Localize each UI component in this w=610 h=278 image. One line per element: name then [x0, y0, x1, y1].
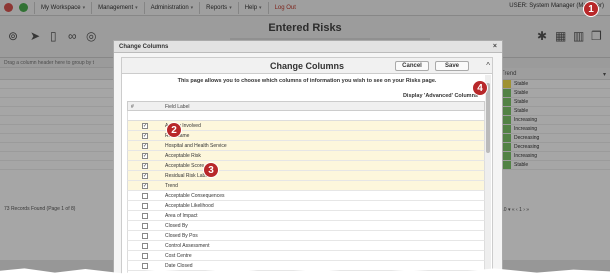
column-checkbox[interactable] — [142, 213, 148, 219]
scrollbar[interactable] — [485, 75, 491, 278]
column-label: Closed By Pos — [165, 233, 198, 239]
column-label: Date Closed — [165, 263, 193, 269]
scrollbar-thumb[interactable] — [486, 83, 490, 153]
change-columns-panel: Change Columns Cancel Save ^ This page a… — [121, 57, 493, 278]
column-checkbox[interactable] — [142, 253, 148, 259]
save-button[interactable]: Save — [435, 61, 469, 71]
column-row[interactable]: ✓ Hospital and Health Service — [127, 141, 485, 151]
column-checkbox[interactable]: ✓ — [142, 123, 148, 129]
column-label: Residual Risk Label — [165, 173, 210, 179]
panel-description: This page allows you to choose which col… — [177, 78, 437, 84]
callout-badge: 2 — [166, 122, 182, 138]
column-checkbox[interactable]: ✓ — [142, 163, 148, 169]
column-row[interactable]: Acceptable Consequences — [127, 191, 485, 201]
column-label: Control Assessment — [165, 243, 210, 249]
column-label: Hospital and Health Service — [165, 143, 227, 149]
column-checkbox[interactable] — [142, 203, 148, 209]
column-label: Acceptable Risk — [165, 153, 201, 159]
column-label: Closed By — [165, 223, 188, 229]
chevron-up-icon[interactable]: ^ — [486, 61, 490, 70]
field-label-header: Field Label — [165, 104, 190, 110]
column-row[interactable]: Closed By — [127, 221, 485, 231]
column-row[interactable]: ✓ Residual Risk Label — [127, 171, 485, 181]
column-checkbox[interactable] — [142, 243, 148, 249]
columns-table-header: # Field Label — [127, 101, 485, 111]
advanced-columns-toggle[interactable]: Display 'Advanced' Columns — [403, 93, 478, 99]
column-row[interactable]: Acceptable Likelihood — [127, 201, 485, 211]
column-row[interactable]: Control Assessment — [127, 241, 485, 251]
column-checkbox[interactable]: ✓ — [142, 173, 148, 179]
column-num-header: # — [131, 104, 134, 110]
change-columns-dialog: Change Columns × Change Columns Cancel S… — [113, 40, 503, 278]
column-checkbox[interactable]: ✓ — [142, 183, 148, 189]
column-label: Trend — [165, 183, 178, 189]
columns-filter-row[interactable] — [127, 111, 485, 121]
column-label: Cost Centre — [165, 253, 192, 259]
callout-badge: 3 — [203, 162, 219, 178]
column-label: Acceptable Score — [165, 163, 205, 169]
dialog-titlebar: Change Columns × — [114, 41, 502, 53]
column-row[interactable]: Area of Impact — [127, 211, 485, 221]
panel-header: Change Columns Cancel Save ^ — [122, 58, 492, 74]
callout-badge: 1 — [583, 1, 599, 17]
column-label: Area of Impact — [165, 213, 198, 219]
column-checkbox[interactable] — [142, 233, 148, 239]
column-checkbox[interactable] — [142, 193, 148, 199]
column-row[interactable]: ✓ Acceptable Risk — [127, 151, 485, 161]
column-checkbox[interactable]: ✓ — [142, 143, 148, 149]
column-row[interactable]: Date Closed — [127, 261, 485, 271]
close-icon[interactable]: × — [493, 43, 497, 50]
column-checkbox[interactable]: ✓ — [142, 133, 148, 139]
callout-badge: 4 — [472, 80, 488, 96]
column-checkbox[interactable]: ✓ — [142, 153, 148, 159]
column-checkbox[interactable] — [142, 223, 148, 229]
column-row[interactable]: Closed By Pos — [127, 231, 485, 241]
column-row[interactable]: ✓ Acceptable Score — [127, 161, 485, 171]
column-checkbox[interactable] — [142, 263, 148, 269]
column-row[interactable]: Cost Centre — [127, 251, 485, 261]
column-label: Acceptable Likelihood — [165, 203, 214, 209]
cancel-button[interactable]: Cancel — [395, 61, 429, 71]
column-row[interactable]: ✓ Trend — [127, 181, 485, 191]
dialog-title: Change Columns — [119, 44, 169, 50]
column-label: Acceptable Consequences — [165, 193, 225, 199]
